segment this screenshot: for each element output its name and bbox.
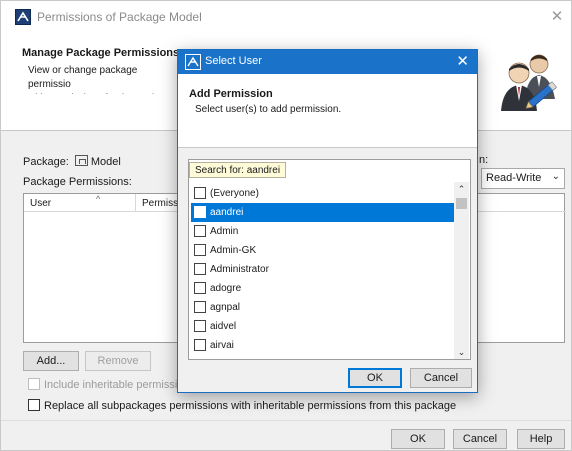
list-item[interactable]: adogre: [191, 279, 454, 298]
select-user-dialog: Select User ✕ Add Permission Select user…: [177, 49, 478, 393]
permission-label: n:: [479, 154, 489, 166]
package-row: Package: Model: [23, 155, 121, 168]
remove-button[interactable]: Remove: [85, 351, 151, 371]
add-permission-description: Select user(s) to add permission.: [195, 104, 342, 115]
package-label: Package:: [23, 156, 69, 168]
window-titlebar: Permissions of Package Model ✕: [1, 1, 571, 33]
chevron-up-icon[interactable]: ⌃: [454, 182, 469, 196]
chevron-down-icon: ⌄: [551, 171, 560, 182]
user-name: airvai: [210, 340, 234, 351]
replace-subpackages-label: Replace all subpackages permissions with…: [44, 400, 457, 412]
column-header-user[interactable]: User ^: [24, 194, 136, 212]
package-icon: [74, 155, 88, 166]
user-name: aandrei: [210, 207, 244, 218]
user-name: Administrator: [210, 264, 269, 275]
user-checkbox[interactable]: [194, 301, 206, 313]
app-icon: [15, 9, 31, 25]
user-checkbox[interactable]: [194, 225, 206, 237]
cancel-button[interactable]: Cancel: [453, 429, 507, 449]
package-name: Model: [90, 156, 121, 168]
sort-ascending-icon: ^: [96, 194, 101, 204]
user-checkbox[interactable]: [194, 206, 206, 218]
user-checkbox[interactable]: [194, 320, 206, 332]
include-inheritable-checkbox[interactable]: [28, 378, 40, 390]
include-inheritable-label: Include inheritable permissions: [44, 379, 196, 391]
replace-subpackages-checkbox[interactable]: [28, 399, 40, 411]
user-name: aidvel: [210, 321, 237, 332]
user-checkbox[interactable]: [194, 339, 206, 351]
ok-button[interactable]: OK: [391, 429, 445, 449]
scrollbar-thumb[interactable]: [456, 198, 467, 209]
user-name: (Everyone): [210, 188, 259, 199]
user-name: adogre: [210, 283, 242, 294]
user-name: Admin: [210, 226, 239, 237]
user-checkbox[interactable]: [194, 263, 206, 275]
list-item[interactable]: airvai: [191, 336, 454, 355]
user-list[interactable]: (Everyone) aandrei Admin Admin-GK Administra…: [188, 159, 471, 360]
user-checkbox[interactable]: [194, 244, 206, 256]
add-permission-title: Add Permission: [189, 88, 273, 100]
user-list-items: (Everyone) aandrei Admin Admin-GK Administra…: [191, 184, 454, 355]
select-user-title: Select User: [205, 55, 262, 67]
header-description: View or change package permissio with pe…: [28, 65, 174, 94]
list-item[interactable]: (Everyone): [191, 184, 454, 203]
list-item[interactable]: agnpal: [191, 298, 454, 317]
list-item[interactable]: Administrator: [191, 260, 454, 279]
ok-button[interactable]: OK: [348, 368, 402, 388]
user-name: Admin-GK: [210, 245, 257, 256]
user-checkbox[interactable]: [194, 282, 206, 294]
list-item[interactable]: aidvel: [191, 317, 454, 336]
list-item[interactable]: Admin-GK: [191, 241, 454, 260]
header-title: Manage Package Permissions: [22, 47, 180, 59]
cancel-button[interactable]: Cancel: [410, 368, 472, 388]
window-title: Permissions of Package Model: [37, 10, 202, 24]
add-button[interactable]: Add...: [23, 351, 79, 371]
close-icon[interactable]: ✕: [456, 52, 469, 72]
chevron-down-icon[interactable]: ⌄: [454, 345, 469, 359]
close-icon[interactable]: ✕: [547, 7, 567, 27]
app-icon: [185, 54, 201, 70]
column-header-label: User: [30, 198, 52, 209]
replace-subpackages-checkbox-row[interactable]: Replace all subpackages permissions with…: [28, 399, 456, 412]
package-permissions-label: Package Permissions:: [23, 176, 132, 188]
list-item[interactable]: Admin: [191, 222, 454, 241]
permission-field: n: Read-Write ⌄: [479, 154, 571, 189]
vertical-scrollbar[interactable]: ⌃ ⌄: [454, 182, 469, 359]
users-with-pencil-icon: [497, 47, 563, 113]
list-item[interactable]: aandrei: [191, 203, 454, 222]
select-user-titlebar: Select User ✕: [178, 50, 477, 74]
footer-divider: [1, 420, 571, 421]
user-checkbox[interactable]: [194, 187, 206, 199]
select-user-header: Add Permission Select user(s) to add per…: [178, 74, 477, 148]
search-tooltip: Search for: aandrei: [189, 162, 287, 178]
help-button[interactable]: Help: [517, 429, 565, 449]
column-header-label: Permissi: [142, 198, 181, 209]
user-name: agnpal: [210, 302, 241, 313]
include-inheritable-checkbox-row[interactable]: Include inheritable permissions: [28, 378, 195, 391]
permission-select-value: Read-Write: [486, 172, 542, 184]
permission-select[interactable]: Read-Write ⌄: [481, 168, 565, 189]
